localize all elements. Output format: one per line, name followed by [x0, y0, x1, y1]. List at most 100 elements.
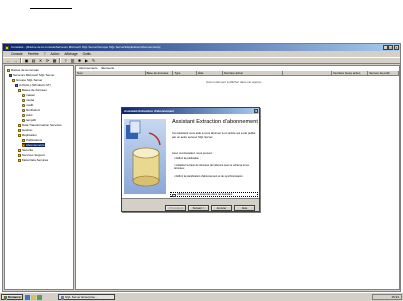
clock: 15:24 — [391, 295, 399, 299]
help-button[interactable]: Aide — [234, 205, 255, 211]
tree-item[interactable]: model — [22, 98, 34, 102]
tree-item-label: Réplication — [22, 133, 37, 137]
tree-item-label: Publications — [26, 138, 43, 142]
wizard-banner — [124, 119, 166, 194]
next-button[interactable]: Suivant > — [188, 205, 209, 211]
tree-item[interactable]: msdb — [22, 103, 33, 107]
tree-item[interactable]: pubs — [22, 113, 33, 117]
close-icon[interactable]: × — [394, 45, 399, 50]
back-button[interactable]: < Précédent — [165, 205, 186, 211]
delete-icon[interactable]: ✕ — [38, 58, 43, 63]
properties-icon[interactable]: ▥ — [70, 58, 75, 63]
maximize-icon[interactable]: □ — [388, 45, 394, 50]
tree-toggle-icon[interactable]: ▤ — [31, 58, 36, 63]
tree-item[interactable]: tempdb — [22, 118, 36, 122]
column-header[interactable]: Nom — [76, 71, 146, 76]
wizard-intro-list: Avec cet Assistant, vous pouvez : — [172, 151, 214, 155]
window-titlebar[interactable]: Console1 - [Racine de la console\Serveur… — [3, 44, 400, 51]
tree-item[interactable]: Publications — [22, 138, 42, 142]
internet-explorer-icon[interactable] — [25, 294, 30, 300]
tree-item-label: Groupe SQL Server — [16, 78, 43, 82]
server-group-icon — [9, 73, 12, 77]
console-app-icon — [5, 45, 9, 50]
console-tree: Racine de la console Serveurs Microsoft … — [4, 65, 74, 290]
taskbar-task[interactable]: SQL Server Enterprise... — [58, 294, 115, 300]
folder-icon — [18, 153, 21, 157]
database-icon — [22, 108, 25, 112]
tree-item-label: msdb — [26, 103, 34, 107]
wizard-bullet: • Définir la publication ; — [174, 157, 201, 160]
tree-item-label: tempdb — [26, 118, 37, 122]
tree-item[interactable]: Serveurs Microsoft SQL Server — [9, 73, 54, 77]
explorer-icon[interactable] — [31, 294, 36, 300]
pull-subscription-wizard: Assistant Extraction d'abonnement x Assi… — [121, 107, 260, 212]
tree-item-label: master — [26, 93, 36, 97]
task-label: SQL Server Enterprise... — [65, 295, 98, 299]
tree-item[interactable]: Racine de la console — [7, 68, 39, 72]
wizard-bullet: • Initialiser la base de données de l'ab… — [174, 164, 249, 171]
desktop-icon[interactable] — [37, 294, 42, 300]
advanced-options-checkbox[interactable]: Afficher les options avancées dans cet A… — [170, 192, 258, 198]
column-header[interactable]: Serveur de publi — [368, 71, 399, 76]
minimize-icon[interactable]: _ — [382, 45, 388, 50]
tree-item[interactable]: master — [22, 93, 35, 97]
wizard-intro: Cet Assistant vous aide à vous abonner à… — [172, 131, 256, 139]
tree-item-selected[interactable]: Abonnements — [22, 143, 45, 147]
column-header[interactable]: Base de données — [145, 71, 174, 76]
database-icon — [22, 103, 25, 107]
folder-icon — [18, 88, 21, 92]
folder-icon — [18, 128, 21, 132]
start-button[interactable]: Démarrer — [1, 294, 23, 300]
column-header[interactable]: Type — [173, 71, 198, 76]
tree-item-label: Meta Data Services — [22, 158, 49, 162]
quick-launch — [25, 294, 42, 300]
server-icon — [15, 83, 18, 87]
refresh-icon[interactable]: ⟳ — [45, 58, 50, 63]
taskbar: Démarrer SQL Server Enterprise... 15:24 — [0, 292, 403, 301]
up-folder-icon[interactable]: ▣ — [24, 58, 29, 63]
forward-icon[interactable]: → — [13, 58, 18, 63]
folder-icon — [18, 133, 21, 137]
tree-item[interactable]: Northwind — [22, 108, 40, 112]
back-icon[interactable]: ← — [6, 58, 11, 63]
query-icon[interactable]: ✎ — [91, 58, 96, 63]
folder-icon — [22, 138, 25, 142]
tree-item[interactable]: Réplication — [18, 133, 37, 137]
close-icon[interactable]: x — [253, 108, 258, 114]
tree-item[interactable]: Services Support — [18, 153, 45, 157]
tree-item-label: Northwind — [26, 108, 40, 112]
export-icon[interactable]: ▦ — [52, 58, 57, 63]
tree-item[interactable]: Groupe SQL Server — [12, 78, 42, 82]
column-header[interactable]: État — [197, 71, 224, 76]
column-header[interactable]: Dernière action — [223, 71, 283, 76]
new-icon[interactable]: ✱ — [77, 58, 82, 63]
database-icon — [22, 93, 25, 97]
help-icon[interactable]: ? — [63, 58, 68, 63]
tree-item-label: (LOCAL) (Windows NT) — [19, 83, 51, 87]
wizard-buttons: < Précédent Suivant > Annuler Aide — [165, 205, 255, 211]
tree-item[interactable]: (LOCAL) (Windows NT) — [15, 83, 51, 87]
run-icon[interactable]: ▶ — [84, 58, 89, 63]
cancel-button[interactable]: Annuler — [211, 205, 232, 211]
column-header[interactable]: Dernière heure action — [332, 71, 369, 76]
system-tray: 15:24 — [372, 294, 402, 300]
toolbar-separator — [59, 58, 61, 63]
tree-item-label: Data Transformation Services — [22, 123, 62, 127]
top-underline — [30, 8, 72, 9]
tree-item-label: model — [26, 98, 35, 102]
column-header[interactable] — [282, 71, 333, 76]
tree-item[interactable]: Gestion — [18, 128, 32, 132]
enterprise-manager-icon — [60, 296, 64, 300]
empty-list-message: Aucun élément à afficher dans cet aperçu… — [206, 80, 263, 84]
bullet-text: Définir la publication ; — [175, 157, 201, 160]
tree-item[interactable]: Sécurité — [18, 148, 33, 152]
tree-item[interactable]: Data Transformation Services — [18, 123, 62, 127]
tree-item[interactable]: Bases de données — [18, 88, 47, 92]
checkbox-label: Afficher les options avancées dans cet A… — [177, 193, 233, 196]
toolbar: ← → ▣ ▤ ✕ ⟳ ▦ ? ▥ ✱ ▶ ✎ — [3, 57, 400, 64]
tree-item-label: Abonnements — [26, 143, 45, 147]
database-icon — [22, 113, 25, 117]
checkbox-box[interactable] — [172, 193, 176, 198]
folder-icon — [7, 68, 10, 72]
tree-item[interactable]: Meta Data Services — [18, 158, 48, 162]
